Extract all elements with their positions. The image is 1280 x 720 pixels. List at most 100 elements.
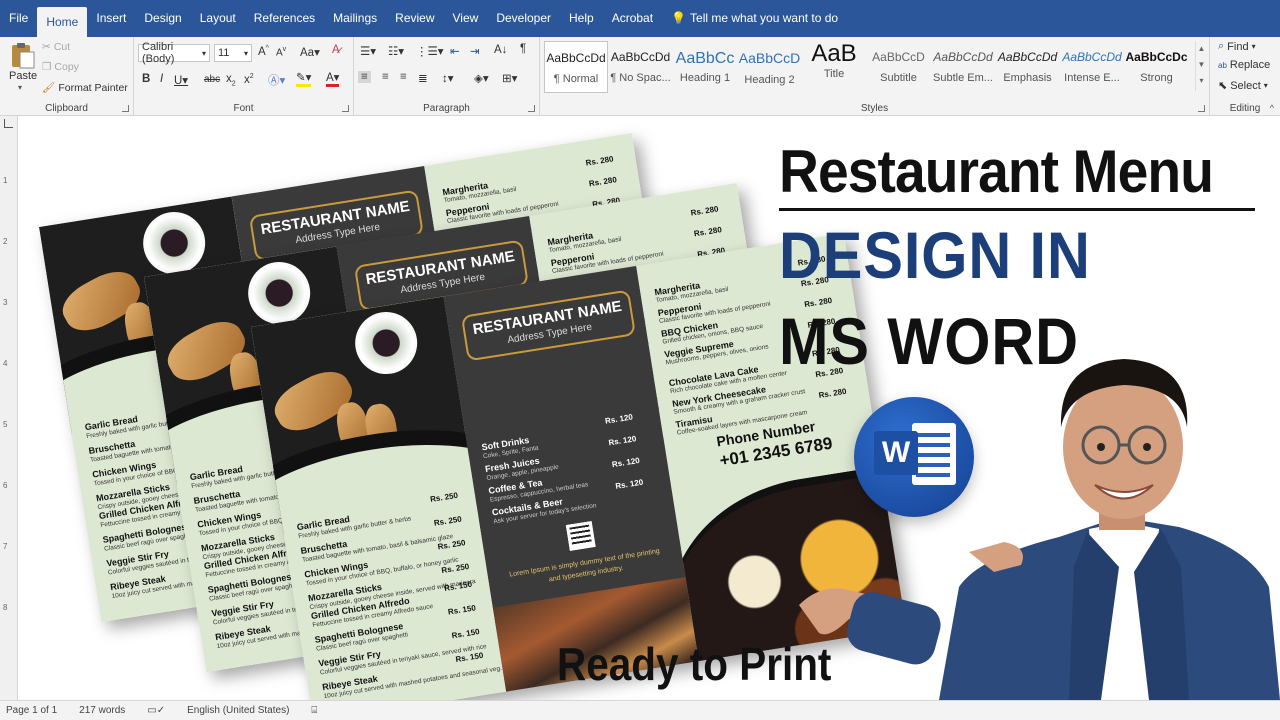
style-preview: AaBbCcDd	[610, 50, 671, 64]
ruler-number: 2	[3, 237, 8, 246]
gallery-scroll[interactable]: ▲ ▼ ▾	[1195, 41, 1207, 91]
cursor-icon: ⬉	[1218, 80, 1228, 92]
tab-developer[interactable]: Developer	[487, 0, 560, 37]
style-name: Emphasis	[1003, 72, 1052, 84]
styles-launcher-icon[interactable]	[1198, 105, 1205, 112]
cut-button[interactable]: ✂ Cut	[42, 41, 70, 53]
shrink-font-icon[interactable]: Av	[276, 46, 286, 58]
paste-label: Paste	[9, 70, 38, 82]
style-preview: AaBbCcD	[738, 50, 801, 66]
style-subtle-em[interactable]: AaBbCcDd Subtle Em...	[931, 41, 995, 93]
menu-item-price: Rs. 150	[447, 603, 477, 617]
tab-insert[interactable]: Insert	[87, 0, 135, 37]
multilevel-list-icon[interactable]: ⋮☰▾	[416, 44, 444, 58]
paste-button[interactable]: Paste ▾	[2, 37, 40, 95]
font-color-icon[interactable]: A▾	[326, 72, 340, 87]
replace-button[interactable]: ab Replace	[1218, 59, 1270, 71]
paragraph-launcher-icon[interactable]	[528, 105, 535, 112]
format-painter-button[interactable]: 🖌 Format Painter	[42, 81, 128, 95]
numbering-icon[interactable]: ☷▾	[388, 44, 404, 58]
styles-gallery: AaBbCcDd ¶ Normal AaBbCcDd ¶ No Spac... AaBb…	[540, 39, 1198, 97]
style-preview: AaBbCcDc	[1125, 50, 1188, 64]
page-count[interactable]: Page 1 of 1	[6, 705, 57, 716]
word-count[interactable]: 217 words	[79, 705, 125, 716]
restaurant-name-box: RESTAURANT NAME Address Type Here	[460, 289, 636, 362]
find-button[interactable]: ⌕ Find ▾	[1218, 40, 1256, 53]
show-formatting-icon[interactable]: ¶	[520, 43, 526, 55]
vertical-ruler[interactable]: 1 2 3 4 5 6 7 8	[0, 116, 18, 700]
drink-price: Rs. 120	[614, 477, 644, 491]
tab-help[interactable]: Help	[560, 0, 603, 37]
qr-code-icon	[565, 521, 596, 551]
status-bar: Page 1 of 1 217 words ▭✓ English (United…	[0, 700, 1280, 720]
style-normal[interactable]: AaBbCcDd ¶ Normal	[544, 41, 608, 93]
ruler-number: 5	[3, 420, 8, 429]
decrease-indent-icon[interactable]: ⇤	[450, 44, 460, 58]
document-canvas[interactable]: Garlic Bread Freshly baked with garlic bu…	[19, 117, 1280, 700]
styles-group-label: Styles	[860, 103, 889, 114]
style-strong[interactable]: AaBbCcDc Strong	[1125, 41, 1189, 93]
style-heading[interactable]: AaBbCc Heading 1	[673, 41, 737, 93]
tab-layout[interactable]: Layout	[191, 0, 245, 37]
search-icon: ⌕	[1218, 40, 1225, 52]
subscript-icon[interactable]: x2	[226, 73, 236, 87]
drink-price: Rs. 120	[604, 412, 634, 426]
superscript-icon[interactable]: x2	[244, 73, 254, 86]
align-left-icon[interactable]: ≡	[358, 71, 371, 83]
tab-view[interactable]: View	[444, 0, 488, 37]
accessibility-icon[interactable]: ⌸	[311, 705, 317, 716]
lightbulb-icon: 💡	[671, 11, 687, 25]
text-effects-icon[interactable]: Ⓐ▾	[268, 72, 285, 88]
align-center-icon[interactable]: ≡	[382, 71, 389, 83]
font-size-combo[interactable]: 11 ▾	[214, 44, 252, 62]
tell-me-search[interactable]: 💡 Tell me what you want to do	[662, 0, 847, 37]
style-subtitle[interactable]: AaBbCcD Subtitle	[867, 41, 931, 93]
proofing-icon[interactable]: ▭✓	[147, 705, 165, 716]
sort-icon[interactable]: A↓	[494, 44, 507, 56]
menu-item-price: Rs. 280	[690, 204, 720, 218]
style-name: ¶ Normal	[553, 73, 599, 85]
tab-home[interactable]: Home	[37, 7, 88, 37]
increase-indent-icon[interactable]: ⇥	[470, 44, 480, 58]
font-size-value: 11	[218, 47, 230, 59]
chevron-down-icon: ▾	[243, 48, 248, 58]
copy-button[interactable]: ❐ Copy	[42, 61, 79, 73]
bullets-icon[interactable]: ☰▾	[360, 44, 376, 58]
replace-label: Replace	[1229, 59, 1271, 71]
grow-font-icon[interactable]: A^	[258, 45, 269, 58]
tab-review[interactable]: Review	[386, 0, 443, 37]
font-launcher-icon[interactable]	[342, 105, 349, 112]
style-intense-e[interactable]: AaBbCcDd Intense E...	[1060, 41, 1124, 93]
tab-design[interactable]: Design	[135, 0, 190, 37]
shading-icon[interactable]: ◈▾	[474, 71, 489, 85]
highlight-icon[interactable]: ✎▾	[296, 72, 312, 87]
style-name: ¶ No Spac...	[610, 72, 671, 84]
styles-group: AaBbCcDd ¶ Normal AaBbCcDd ¶ No Spac... AaBb…	[540, 37, 1210, 116]
collapse-ribbon-icon[interactable]: ^	[1270, 103, 1274, 113]
style-emphasis[interactable]: AaBbCcDd Emphasis	[996, 41, 1060, 93]
font-name-combo[interactable]: Calibri (Body) ▾	[138, 41, 210, 65]
style-name: Title	[823, 68, 845, 80]
tab-mailings[interactable]: Mailings	[324, 0, 386, 37]
underline-icon[interactable]: U▾	[174, 73, 188, 87]
clear-formatting-icon[interactable]: A̷	[332, 44, 340, 56]
style-heading[interactable]: AaBbCcD Heading 2	[738, 41, 802, 93]
bold-icon[interactable]: B	[142, 73, 150, 85]
borders-icon[interactable]: ⊞▾	[502, 71, 517, 85]
italic-icon[interactable]: I	[160, 73, 163, 85]
change-case-icon[interactable]: Aa▾	[300, 45, 320, 59]
strikethrough-icon[interactable]: abc	[204, 74, 220, 85]
tab-selector-icon[interactable]	[4, 119, 13, 128]
justify-icon[interactable]: ≣	[418, 71, 428, 85]
line-spacing-icon[interactable]: ↕▾	[442, 71, 454, 85]
language-indicator[interactable]: English (United States)	[187, 705, 289, 716]
clipboard-launcher-icon[interactable]	[122, 105, 129, 112]
font-group-label: Font	[233, 103, 254, 114]
tab-file[interactable]: File	[0, 0, 37, 37]
select-button[interactable]: ⬉ Select ▾	[1218, 79, 1268, 93]
tab-references[interactable]: References	[245, 0, 324, 37]
style-title[interactable]: AaB Title	[802, 41, 866, 93]
align-right-icon[interactable]: ≡	[400, 71, 407, 83]
style-no-spac[interactable]: AaBbCcDd ¶ No Spac...	[609, 41, 673, 93]
tab-acrobat[interactable]: Acrobat	[603, 0, 662, 37]
